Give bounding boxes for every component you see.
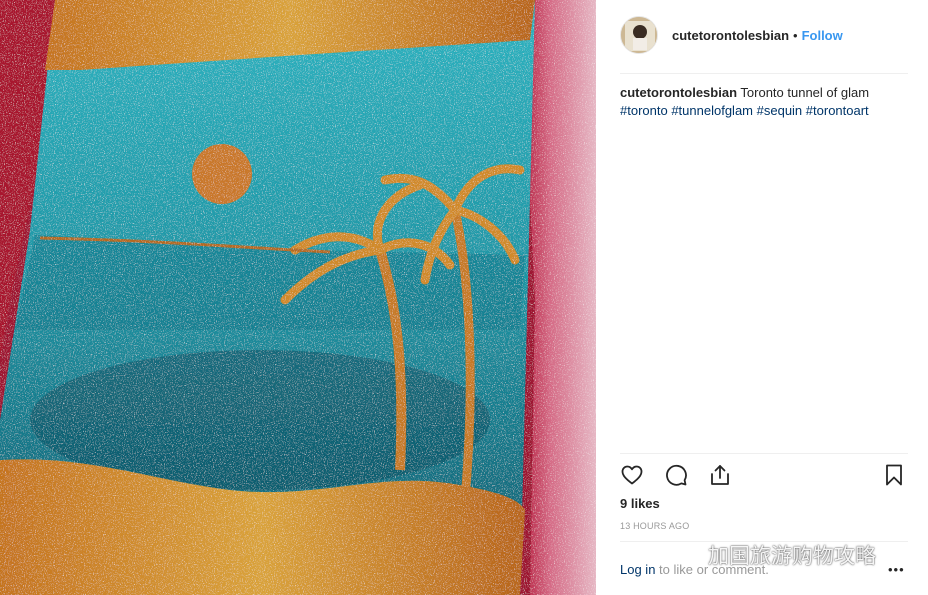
post-caption: cutetorontolesbian Toronto tunnel of gla… [620,84,908,120]
avatar[interactable] [620,16,658,54]
post-timestamp[interactable]: 13 HOURS AGO [620,521,689,531]
comment-icon[interactable] [662,461,690,489]
login-link[interactable]: Log in [620,562,655,577]
caption-username[interactable]: cutetorontolesbian [620,85,737,100]
hashtag-toronto[interactable]: #toronto [620,103,668,118]
post-image[interactable] [0,0,596,595]
header-divider [620,73,908,74]
actions-divider [620,453,908,454]
more-options-button[interactable]: ••• [888,562,905,577]
post-actions [618,461,908,489]
likes-count[interactable]: 9 likes [620,496,660,511]
follow-button[interactable]: Follow [802,28,843,43]
bookmark-icon[interactable] [880,461,908,489]
post-header: cutetorontolesbian • Follow [620,15,908,55]
watermark-text: 加国旅游购物攻略 [708,545,876,568]
heart-icon[interactable] [618,461,646,489]
hashtag-sequin[interactable]: #sequin [757,103,803,118]
caption-text: Toronto tunnel of glam [740,85,870,100]
wechat-icon [671,544,699,566]
sequin-artwork-image [0,0,596,595]
post-username[interactable]: cutetorontolesbian [672,28,789,43]
watermark: 加国旅游购物攻略 [670,540,876,570]
separator-dot: • [793,27,798,43]
hashtag-torontoart[interactable]: #torontoart [806,103,869,118]
share-icon[interactable] [706,461,734,489]
avatar-image [621,17,657,53]
hashtag-tunnelofglam[interactable]: #tunnelofglam [671,103,753,118]
